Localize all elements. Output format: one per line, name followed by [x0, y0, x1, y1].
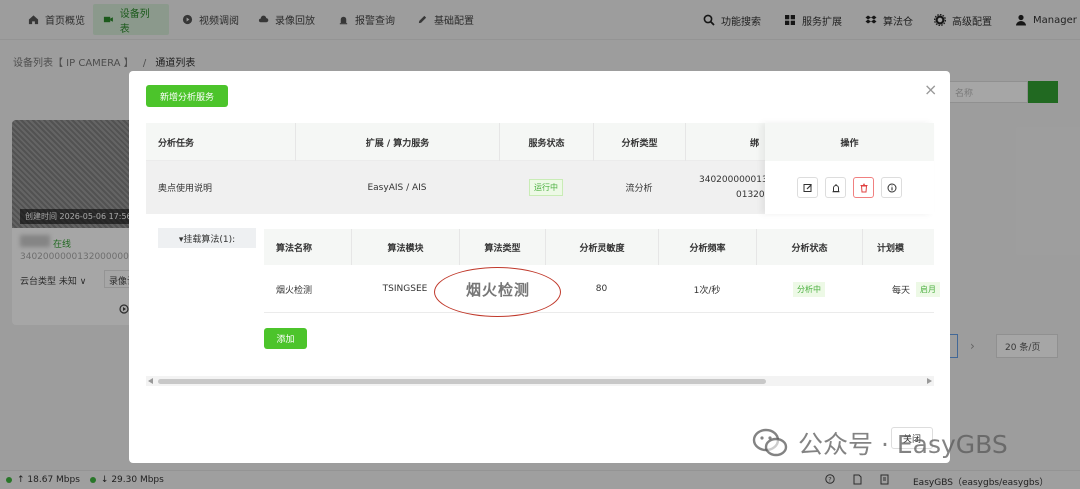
sub-col-type: 算法类型	[459, 229, 545, 265]
edit-icon	[803, 183, 812, 192]
status-badge: 运行中	[529, 179, 563, 196]
wechat-watermark: 公众号 · EasyGBS	[752, 425, 1008, 461]
scroll-right-icon[interactable]	[926, 378, 932, 384]
delete-button[interactable]	[853, 177, 874, 198]
wechat-logo-icon	[752, 428, 788, 457]
row-status-cell: 运行中	[499, 161, 593, 214]
horizontal-scrollbar[interactable]	[146, 376, 934, 386]
scrollbar-thumb[interactable]	[158, 379, 766, 384]
sub-row-plan: 每天 启月	[892, 265, 941, 313]
algorithm-table-row[interactable]: 烟火检测 TSINGSEE 80 1次/秒 分析中 每天 启月	[264, 265, 941, 313]
sub-col-name: 算法名称	[276, 243, 313, 254]
trash-icon	[860, 183, 867, 192]
sub-col-sensitivity: 分析灵敏度	[545, 229, 658, 265]
col-type: 分析类型	[593, 123, 685, 161]
row-binding-line2: 01320	[736, 190, 765, 200]
col-service: 扩展 / 算力服务	[295, 123, 499, 161]
col-binding: 绑	[685, 123, 765, 161]
scroll-left-icon[interactable]	[148, 378, 154, 384]
sub-row-plan-text: 每天	[892, 285, 911, 296]
ops-column: 操作	[765, 123, 934, 214]
alarm-icon	[832, 183, 839, 192]
annotation-ellipse	[434, 267, 561, 317]
add-algorithm-button[interactable]: 添加	[264, 328, 307, 349]
sub-col-plan: 计划模	[862, 229, 934, 265]
sub-row-name: 烟火检测	[276, 285, 313, 296]
sub-col-module: 算法模块	[351, 229, 459, 265]
col-task: 分析任务	[158, 138, 195, 149]
info-icon	[887, 183, 896, 192]
col-operations: 操作	[765, 123, 934, 161]
service-table-row[interactable]: 奥点使用说明 EasyAIS / AIS 运行中 流分析 34020000001…	[146, 161, 773, 214]
row-type: 流分析	[625, 184, 653, 194]
sub-row-frequency: 1次/秒	[693, 285, 721, 296]
row-binding-line1: 3402000000132	[699, 175, 774, 185]
algorithm-table-header: 算法名称 算法模块 算法类型 分析灵敏度 分析频率 分析状态 计划模	[264, 229, 934, 265]
sub-row-sensitivity: 80	[595, 284, 608, 294]
alarm-config-button[interactable]	[825, 177, 846, 198]
row-task: 奥点使用说明	[158, 184, 213, 194]
col-status: 服务状态	[499, 123, 593, 161]
sub-row-status-cell: 分析中	[756, 265, 862, 313]
edit-button[interactable]	[797, 177, 818, 198]
watermark-text: 公众号 · EasyGBS	[798, 430, 1008, 459]
mounted-algorithm-toggle[interactable]: ▾挂载算法(1):	[158, 228, 256, 248]
row-binding: 3402000000132 01320	[699, 173, 773, 203]
analysis-status-badge: 分析中	[793, 281, 825, 297]
add-analysis-service-button[interactable]: 新增分析服务	[146, 85, 228, 107]
row-service: EasyAIS / AIS	[367, 182, 427, 193]
analysis-service-dialog: 新增分析服务 × 分析任务 扩展 / 算力服务 服务状态 分析类型 绑 奥点使用…	[129, 71, 950, 463]
plan-badge: 启月	[916, 281, 941, 297]
sub-col-status: 分析状态	[756, 229, 862, 265]
sub-col-frequency: 分析频率	[658, 229, 756, 265]
close-icon[interactable]: ×	[924, 82, 937, 98]
info-button[interactable]	[881, 177, 902, 198]
